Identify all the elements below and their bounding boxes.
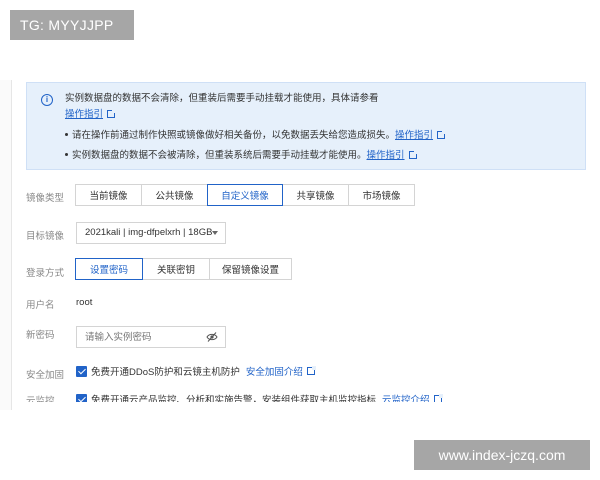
monitoring-option: 免费开通云产品监控、分析和实施告警，安装组件获取主机监控指标 云监控介绍 bbox=[76, 392, 443, 402]
image-type-market[interactable]: 市场镜像 bbox=[348, 184, 415, 206]
bullet-dot-icon bbox=[65, 153, 68, 156]
watermark-top-left: TG: MYYJJPP bbox=[10, 10, 134, 40]
external-link-icon bbox=[408, 150, 418, 159]
login-method-label: 登录方式 bbox=[26, 268, 65, 279]
monitoring-checkbox[interactable] bbox=[76, 393, 87, 402]
target-image-select[interactable]: 2021kali | img-dfpelxrh | 18GB bbox=[76, 222, 226, 244]
reinstall-form: i 实例数据盘的数据不会清除，但重装后需要手动挂载才能使用，具体请参看 操作指引… bbox=[12, 80, 600, 402]
notice-bullet: 实例数据盘的数据不会被清除，但重装系统后需要手动挂载才能使用。操作指引 bbox=[65, 147, 418, 161]
monitoring-label: 云监控 bbox=[26, 396, 55, 402]
login-method-key[interactable]: 关联密钥 bbox=[142, 258, 210, 280]
username-label: 用户名 bbox=[26, 300, 55, 311]
external-link-icon bbox=[437, 130, 447, 139]
target-image-value: 2021kali | img-dfpelxrh | 18GB bbox=[85, 227, 213, 238]
bullet-dot-icon bbox=[65, 133, 68, 136]
image-type-custom[interactable]: 自定义镜像 bbox=[207, 184, 283, 206]
external-link-icon bbox=[433, 394, 443, 402]
notice-bullet: 请在操作前通过制作快照或镜像做好相关备份，以免数据丢失给您造成损失。操作指引 bbox=[65, 127, 447, 141]
image-type-public[interactable]: 公共镜像 bbox=[141, 184, 208, 206]
chevron-down-icon bbox=[212, 231, 218, 235]
username-value: root bbox=[76, 297, 93, 308]
external-link-icon bbox=[107, 109, 117, 118]
security-option: 免费开通DDoS防护和云镜主机防护 安全加固介绍 bbox=[76, 364, 316, 378]
notice-bullet-link[interactable]: 操作指引 bbox=[395, 130, 433, 141]
monitoring-info-link[interactable]: 云监控介绍 bbox=[382, 392, 430, 402]
security-label: 安全加固 bbox=[26, 370, 65, 381]
image-type-current[interactable]: 当前镜像 bbox=[75, 184, 142, 206]
security-checkbox[interactable] bbox=[76, 365, 87, 377]
notice-bullet-link[interactable]: 操作指引 bbox=[367, 150, 405, 161]
login-method-password[interactable]: 设置密码 bbox=[75, 258, 143, 280]
security-info-link[interactable]: 安全加固介绍 bbox=[246, 364, 303, 378]
notice-title-link[interactable]: 操作指引 bbox=[65, 106, 117, 120]
panel-left-edge bbox=[0, 80, 12, 410]
login-method-keep-image[interactable]: 保留镜像设置 bbox=[209, 258, 292, 280]
external-link-icon bbox=[306, 366, 316, 375]
eye-off-icon[interactable] bbox=[206, 331, 218, 343]
notice-title: 实例数据盘的数据不会清除，但重装后需要手动挂载才能使用，具体请参看 bbox=[65, 93, 379, 104]
info-icon: i bbox=[41, 94, 53, 106]
watermark-bottom-right: www.index-jczq.com bbox=[414, 440, 590, 470]
target-image-label: 目标镜像 bbox=[26, 231, 65, 242]
login-method-selector: 设置密码 关联密钥 保留镜像设置 bbox=[75, 258, 292, 280]
image-type-shared[interactable]: 共享镜像 bbox=[282, 184, 349, 206]
image-type-selector: 当前镜像 公共镜像 自定义镜像 共享镜像 市场镜像 bbox=[75, 184, 415, 206]
image-type-label: 镜像类型 bbox=[26, 193, 65, 204]
notice-box: i 实例数据盘的数据不会清除，但重装后需要手动挂载才能使用，具体请参看 操作指引… bbox=[26, 82, 586, 170]
new-password-input[interactable] bbox=[76, 326, 226, 348]
new-password-label: 新密码 bbox=[26, 330, 55, 341]
